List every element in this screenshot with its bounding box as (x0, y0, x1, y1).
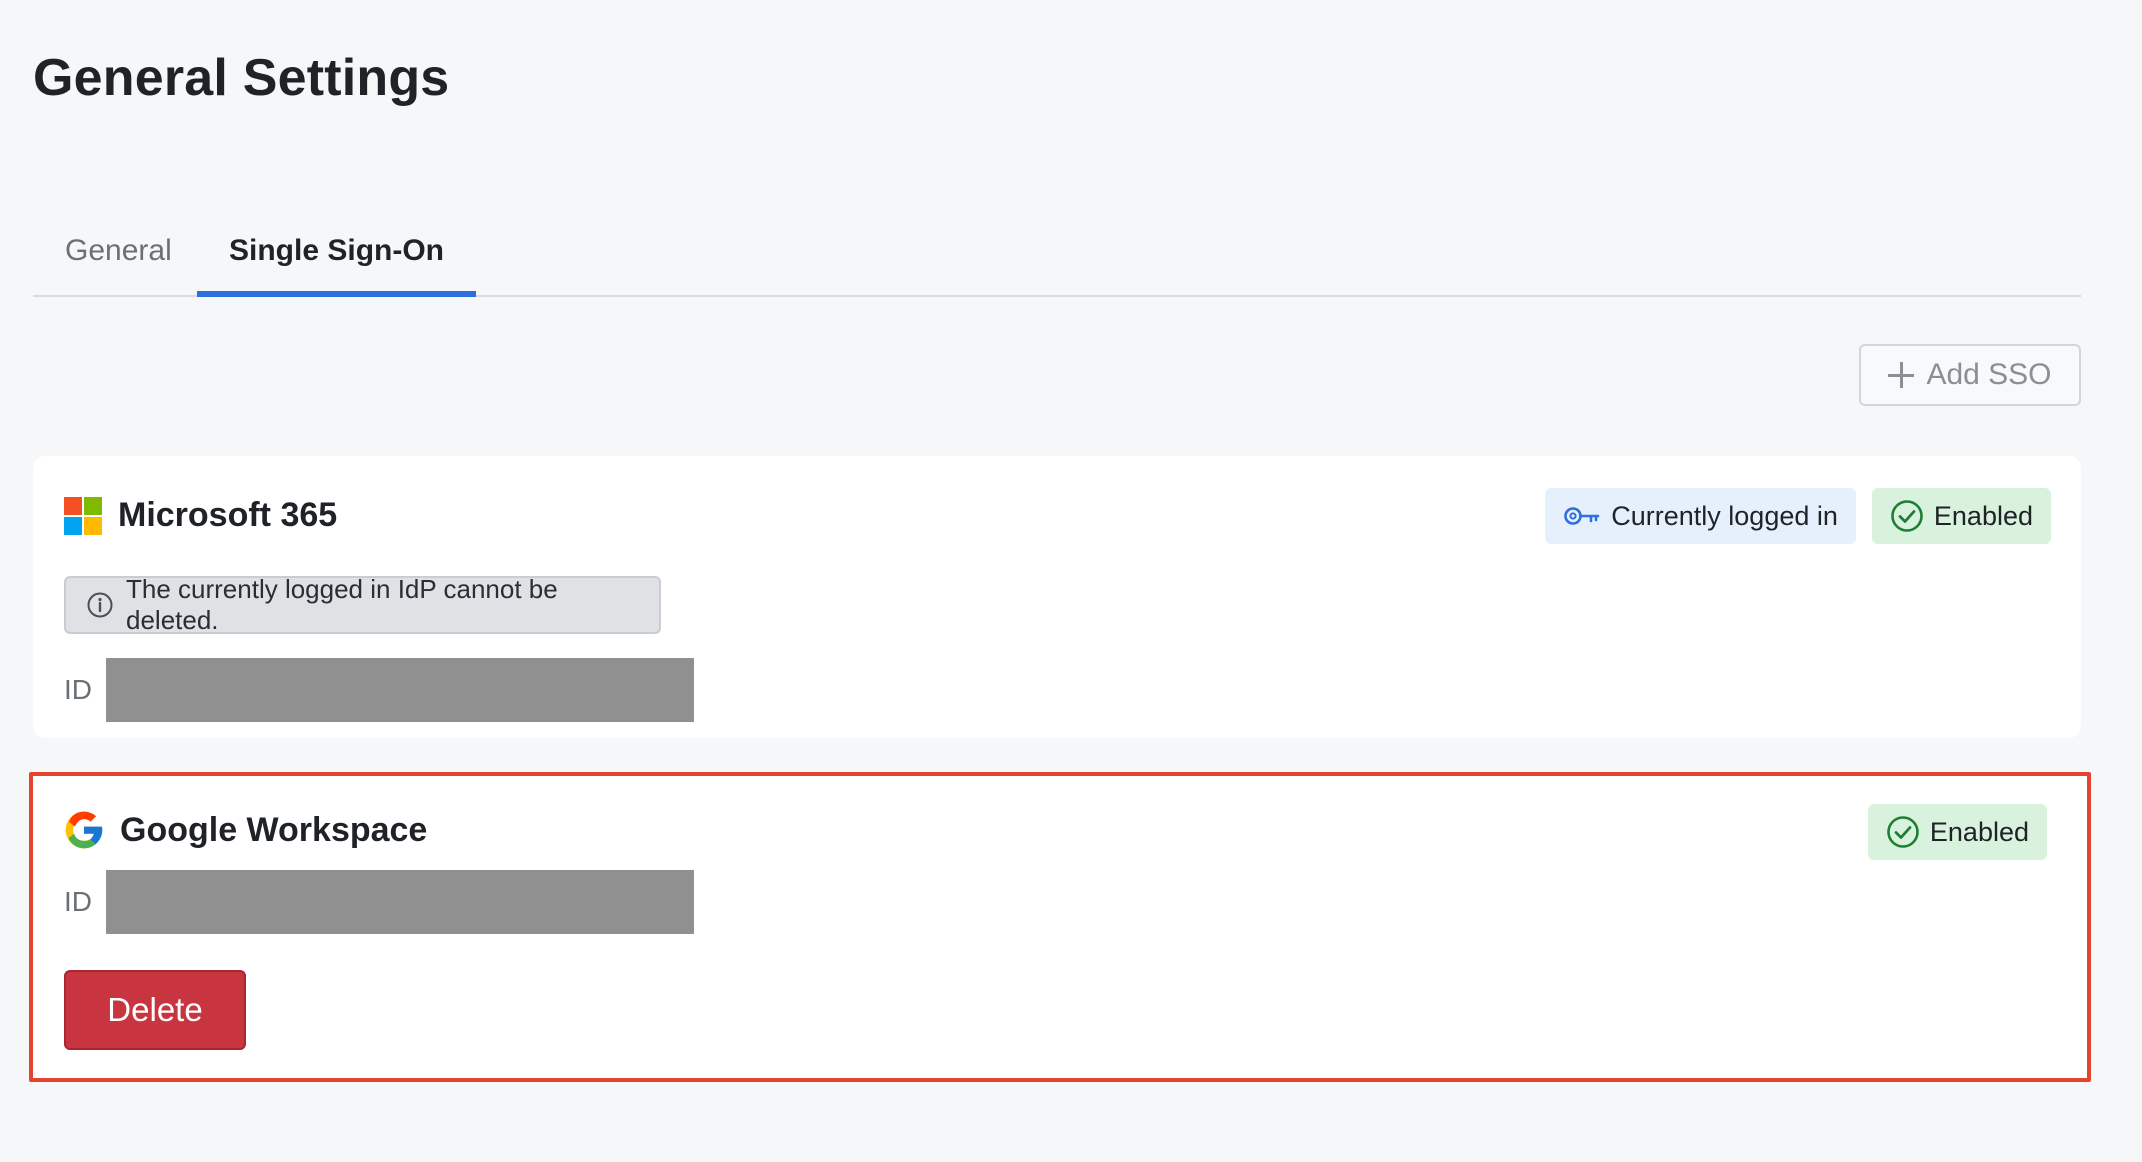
tab-general[interactable]: General (33, 215, 204, 295)
key-icon (1563, 504, 1601, 528)
info-icon (86, 591, 114, 619)
cannot-delete-notice: The currently logged in IdP cannot be de… (64, 574, 661, 635)
sso-badges: Enabled (1867, 804, 2047, 860)
provider-id-row: ID (64, 658, 694, 722)
add-sso-label: Add SSO (1926, 358, 2052, 391)
microsoft-logo-icon (64, 496, 102, 535)
check-circle-icon (1886, 815, 1920, 849)
notice-text: The currently logged in IdP cannot be de… (126, 574, 558, 635)
redacted-id-value (106, 658, 694, 722)
check-circle-icon (1890, 499, 1924, 533)
provider-id-row: ID (64, 870, 694, 934)
sso-provider-name: Google Workspace (120, 810, 428, 849)
currently-logged-in-badge: Currently logged in (1545, 488, 1856, 544)
page-title: General Settings (33, 49, 450, 107)
redacted-id-value (106, 870, 694, 934)
sso-badges: Currently logged in Enabled (1545, 488, 2051, 544)
id-label: ID (64, 886, 92, 917)
enabled-status-label: Enabled (1929, 816, 2029, 847)
google-logo-icon (64, 810, 104, 850)
sso-card-google: Google Workspace Enabled ID Delete (29, 772, 2091, 1082)
sso-card-microsoft: Microsoft 365 Currently logged in Enable… (33, 456, 2081, 738)
add-sso-button[interactable]: Add SSO (1859, 344, 2081, 406)
delete-button[interactable]: Delete (64, 970, 246, 1050)
settings-tabs: General Single Sign-On (33, 215, 2081, 297)
enabled-status-badge: Enabled (1871, 488, 2051, 544)
tab-single-sign-on[interactable]: Single Sign-On (197, 215, 476, 297)
sso-card-header: Google Workspace (64, 810, 427, 850)
plus-icon (1888, 362, 1915, 388)
enabled-status-badge: Enabled (1867, 804, 2047, 860)
enabled-status-label: Enabled (1933, 500, 2033, 531)
currently-logged-in-label: Currently logged in (1611, 500, 1838, 531)
sso-card-header: Microsoft 365 (64, 496, 337, 535)
id-label: ID (64, 674, 92, 705)
sso-provider-name: Microsoft 365 (118, 496, 338, 534)
